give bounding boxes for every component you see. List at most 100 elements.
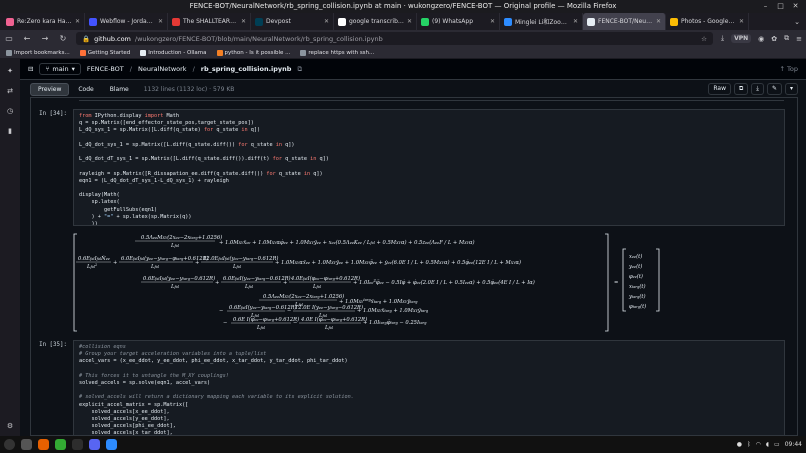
bluetooth-icon[interactable]: ᛒ <box>747 441 751 448</box>
tab-close-icon[interactable]: ✕ <box>241 18 246 25</box>
browser-tab[interactable]: Devpost ✕ <box>251 13 334 30</box>
tab-label: The SHALLTEAR BLOOD <box>183 18 238 25</box>
back-icon[interactable]: ← <box>22 34 32 43</box>
window-title: FENCE-BOT/NeuralNetwork/rb_spring_collis… <box>189 2 617 10</box>
tab-favicon-icon <box>587 17 595 26</box>
account-icon[interactable]: ◉ <box>758 35 764 43</box>
forward-icon[interactable]: → <box>40 34 50 43</box>
file-view-toolbar: Preview Code Blame 1132 lines (1132 loc)… <box>30 82 798 96</box>
sidebar-toggle-icon[interactable]: ▭ <box>4 34 14 43</box>
svg-text:+: + <box>195 260 199 266</box>
vpn-button[interactable]: VPN <box>731 34 752 43</box>
tab-close-icon[interactable]: ✕ <box>407 18 412 25</box>
bookmark-item[interactable]: Import bookmarks... <box>6 49 70 56</box>
maximize-icon[interactable]: □ <box>776 2 785 11</box>
svg-text:Lfal2: Lfal2 <box>86 263 98 270</box>
download-raw-icon[interactable]: ⤓ <box>751 83 764 95</box>
breadcrumb-file: rb_spring_collision.ipynb <box>200 65 292 73</box>
tab-close-icon[interactable]: ✕ <box>324 18 329 25</box>
download-icon[interactable]: ⤓ <box>721 34 724 43</box>
svg-text:4.0E I(φee−φtarg+0.612R): 4.0E I(φee−φtarg+0.612R) <box>300 316 367 323</box>
volume-icon[interactable]: ◖ <box>766 441 769 448</box>
history-icon[interactable]: ◷ <box>7 107 13 115</box>
apps-grid-icon[interactable] <box>4 439 15 450</box>
list-all-tabs-icon[interactable]: ⌄ <box>794 18 800 26</box>
discord-tray-icon[interactable]: ● <box>737 441 742 448</box>
svg-text:4.0EfalI(φee−φtarg+0.612R): 4.0EfalI(φee−φtarg+0.612R) <box>290 275 360 282</box>
bookmark-item[interactable]: Introduction - Ollama <box>140 49 207 56</box>
tab-close-icon[interactable]: ✕ <box>75 18 80 25</box>
lock-icon: 🔒 <box>82 34 91 43</box>
wifi-icon[interactable]: ◠ <box>756 441 761 448</box>
top-link[interactable]: ↑ Top <box>780 65 798 73</box>
tab-favicon-icon <box>504 17 512 26</box>
tab-label: Minglei Li和Zoom的会 <box>515 19 570 26</box>
bookmark-favicon-icon <box>216 49 223 56</box>
browser-tab[interactable]: FENCE-BOT/NeuralNetw✕ <box>583 13 666 30</box>
zoom-icon[interactable] <box>106 439 117 450</box>
clock[interactable]: 09:44 <box>785 441 802 448</box>
bookmark-item[interactable]: Getting Started <box>79 49 130 56</box>
firefox-icon[interactable] <box>38 439 49 450</box>
menu-icon[interactable]: ≡ <box>796 35 802 43</box>
tab-close-icon[interactable]: ✕ <box>656 18 661 25</box>
breadcrumb-dir[interactable]: NeuralNetwork <box>138 65 187 73</box>
browser-tab[interactable]: Re:Zero kara Hajimeru✕ <box>2 13 85 30</box>
taskbar: ● ᛒ ◠ ◖ ▭ 09:44 <box>0 436 806 453</box>
svg-text:0.6E I(φee−φtarg+0.612R): 0.6E I(φee−φtarg+0.612R) <box>233 316 299 323</box>
terminal-icon[interactable] <box>72 439 83 450</box>
raw-button[interactable]: Raw <box>708 83 731 95</box>
file-tree-toggle-icon[interactable]: ⊟ <box>28 65 33 73</box>
extension-icon[interactable]: ✿ <box>771 35 777 43</box>
branch-icon: ⑂ <box>45 65 50 73</box>
discord-icon[interactable] <box>89 439 100 450</box>
files-icon[interactable] <box>21 439 32 450</box>
url-bar[interactable]: 🔒 github.com/wukongzero/FENCE-BOT/blob/m… <box>76 32 713 45</box>
svg-text:−: − <box>293 320 297 326</box>
url-path: /wukongzero/FENCE-BOT/blob/main/NeuralNe… <box>134 34 383 43</box>
browser-tab[interactable]: Minglei Li和Zoom的会✕ <box>500 13 583 30</box>
breadcrumb-repo[interactable]: FENCE-BOT <box>87 65 124 73</box>
branch-name: main <box>52 65 69 73</box>
browser-tab[interactable]: Photos - Google Photos✕ <box>666 13 749 30</box>
tab-favicon-icon <box>421 17 429 26</box>
tab-favicon-icon <box>255 17 263 26</box>
reload-icon[interactable]: ↻ <box>58 34 68 43</box>
extensions-puzzle-icon[interactable]: ⧉ <box>784 34 789 43</box>
svg-text:Lfal: Lfal <box>256 325 265 331</box>
url-host: github.com <box>94 34 131 43</box>
svg-text:Lfal: Lfal <box>312 284 321 290</box>
customize-sidebar-icon[interactable]: ⚙ <box>7 422 13 430</box>
tab-close-icon[interactable]: ✕ <box>573 18 578 25</box>
svg-text:+: + <box>283 280 287 286</box>
tab-preview[interactable]: Preview <box>30 82 70 96</box>
branch-selector[interactable]: ⑂ main ▾ <box>39 63 81 75</box>
tab-blame[interactable]: Blame <box>103 84 136 95</box>
tab-code[interactable]: Code <box>71 84 100 95</box>
svg-text:+ 1.0Itargφ̈targ − 0.25Itarg: + 1.0Itargφ̈targ − 0.25Itarg <box>363 320 427 326</box>
more-options-icon[interactable]: ▾ <box>784 83 798 95</box>
bookmark-star-icon[interactable]: ☆ <box>701 35 707 43</box>
shield-app-icon[interactable] <box>55 439 66 450</box>
tab-close-icon[interactable]: ✕ <box>490 18 495 25</box>
bookmarks-icon[interactable]: ▮ <box>8 127 12 135</box>
close-icon[interactable]: ✕ <box>791 2 800 11</box>
bookmark-item[interactable]: replace https with ssh... <box>300 49 374 56</box>
browser-tab[interactable]: google transcribe - Goo✕ <box>334 13 417 30</box>
bookmark-item[interactable]: python - Is it possible ... <box>216 49 290 56</box>
edit-icon[interactable]: ✎ <box>766 83 782 95</box>
bookmark-favicon-icon <box>79 49 86 56</box>
browser-tab[interactable]: Webflow - Jordan Irgan✕ <box>85 13 168 30</box>
synced-tabs-icon[interactable]: ⇄ <box>7 87 13 95</box>
copy-raw-icon[interactable]: ⧉ <box>734 83 749 95</box>
minimize-icon[interactable]: – <box>761 2 770 11</box>
copy-path-icon[interactable]: ⧉ <box>297 65 302 74</box>
browser-tab[interactable]: (9) WhatsApp ✕ <box>417 13 500 30</box>
tab-label: FENCE-BOT/NeuralNetw <box>598 18 653 25</box>
browser-tab[interactable]: The SHALLTEAR BLOOD✕ <box>168 13 251 30</box>
tab-close-icon[interactable]: ✕ <box>739 18 744 25</box>
ai-chatbot-icon[interactable]: ✦ <box>7 67 13 75</box>
svg-text:6.0EfalI(yee−ytarg−0.612R): 6.0EfalI(yee−ytarg−0.612R) <box>223 275 291 282</box>
tab-close-icon[interactable]: ✕ <box>158 18 163 25</box>
battery-icon[interactable]: ▭ <box>774 441 780 448</box>
